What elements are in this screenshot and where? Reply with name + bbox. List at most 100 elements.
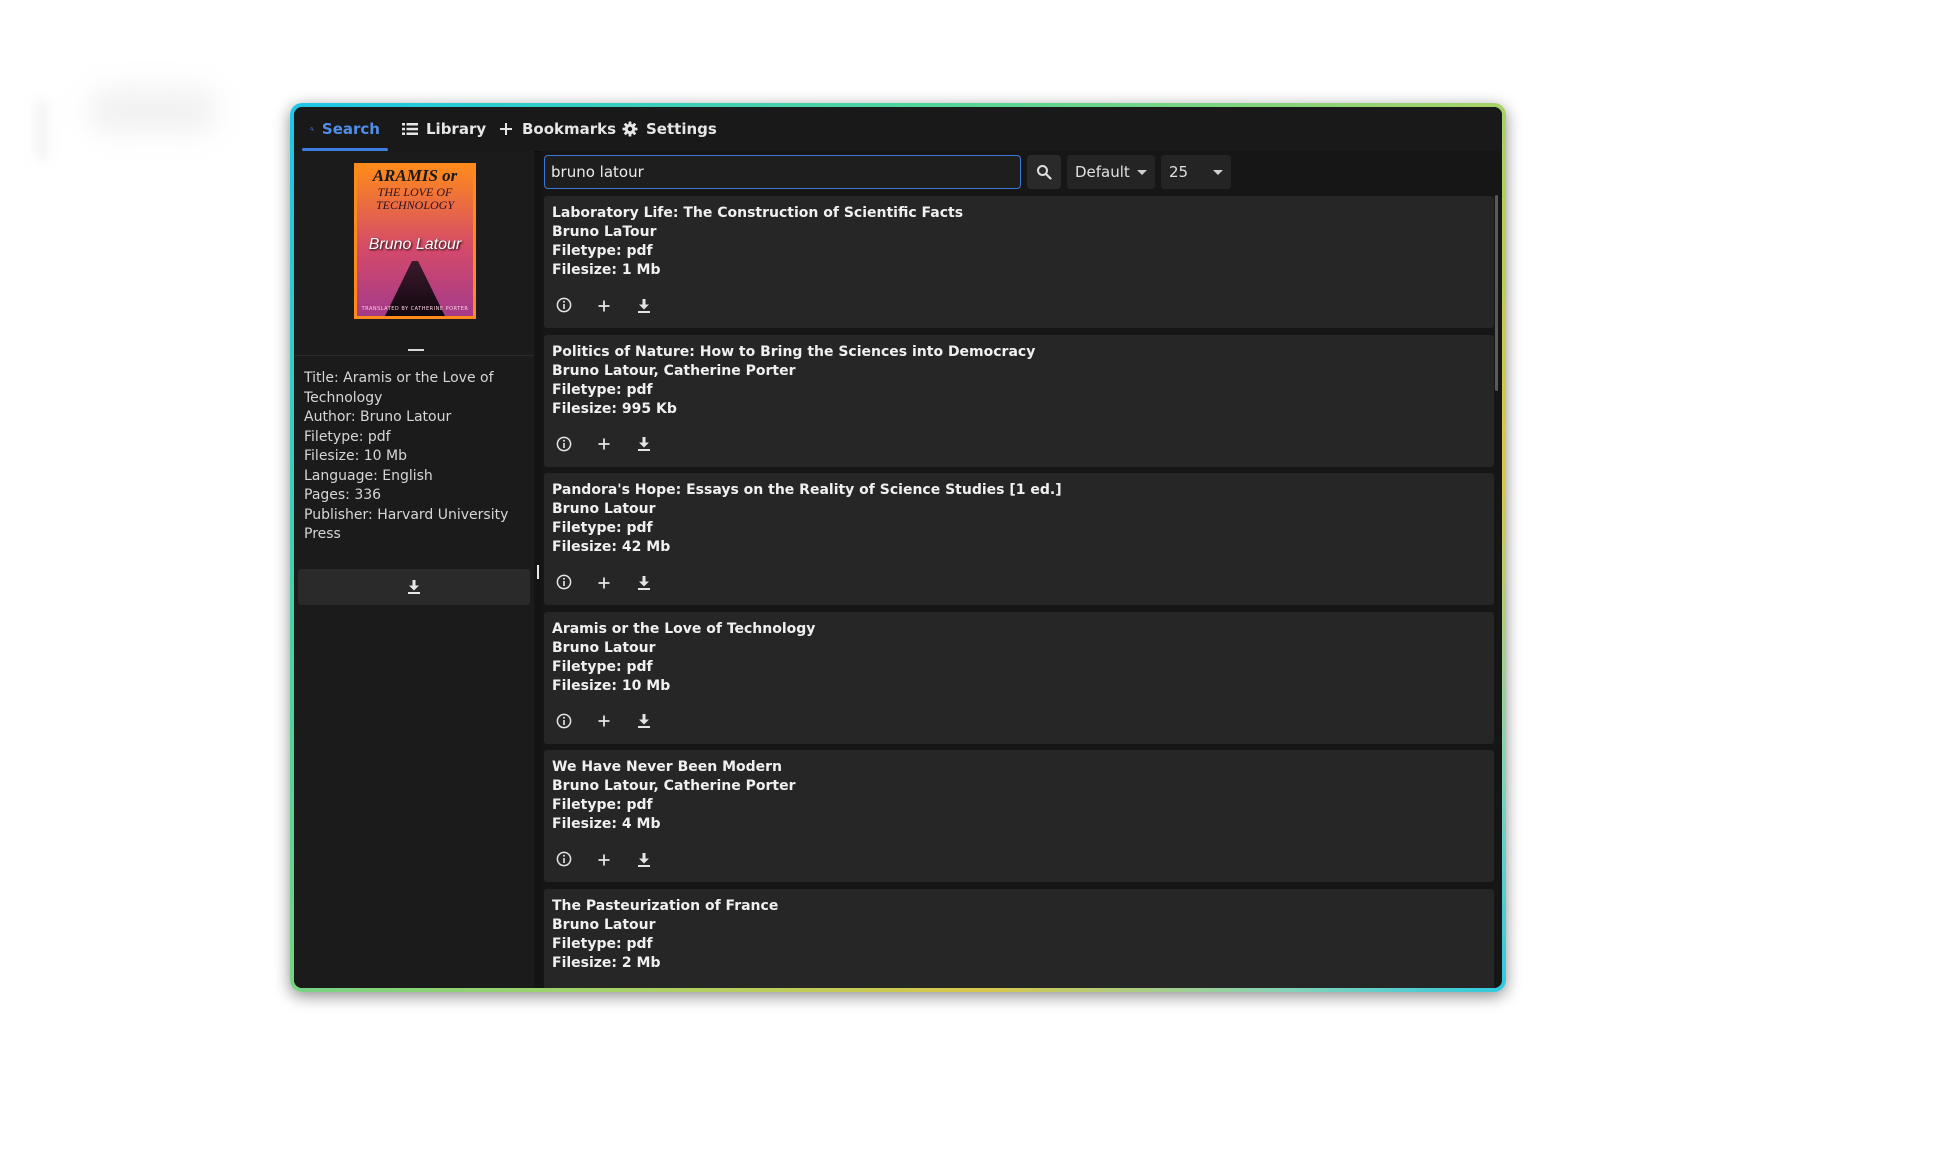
sort-select-value: Default <box>1075 163 1130 181</box>
result-actions <box>548 569 660 599</box>
result-card[interactable]: The Pasteurization of France Bruno Latour… <box>544 888 1494 989</box>
search-input[interactable] <box>544 155 1021 189</box>
tab-label: Library <box>426 120 487 138</box>
result-filetype: Filetype: pdf <box>552 658 653 675</box>
result-author: Bruno Latour <box>552 501 656 517</box>
results-scrollbar[interactable] <box>1495 195 1498 391</box>
panel-splitter[interactable] <box>537 565 539 579</box>
result-filetype: Filetype: pdf <box>552 935 653 952</box>
add-bookmark-button[interactable] <box>588 985 620 989</box>
download-button[interactable] <box>628 846 660 876</box>
info-icon <box>556 713 572 733</box>
result-actions <box>548 708 660 738</box>
result-title: Aramis or the Love of Technology <box>552 620 816 637</box>
search-button[interactable] <box>1027 155 1061 189</box>
result-card[interactable]: Laboratory Life: The Construction of Sci… <box>544 196 1494 328</box>
download-button[interactable] <box>628 431 660 461</box>
plus-icon <box>597 852 611 871</box>
add-bookmark-button[interactable] <box>588 708 620 738</box>
info-icon <box>556 436 572 456</box>
info-icon <box>556 574 572 594</box>
result-title: The Pasteurization of France <box>552 897 779 914</box>
book-cover-image: ARAMIS or THE LOVE OF TECHNOLOGY Bruno L… <box>354 163 476 319</box>
result-filesize: Filesize: 4 Mb <box>552 816 661 832</box>
tab-bookmarks[interactable]: Bookmarks <box>490 107 624 151</box>
add-bookmark-button[interactable] <box>588 431 620 461</box>
search-icon <box>310 127 314 131</box>
detail-author: Author: Bruno Latour <box>304 409 452 425</box>
results-count-value: 25 <box>1169 163 1189 181</box>
list-icon <box>402 123 418 135</box>
result-actions <box>548 846 660 876</box>
background-blur-mark <box>36 100 48 160</box>
cover-author: Bruno Latour <box>368 236 462 253</box>
download-button[interactable] <box>628 985 660 989</box>
app-window-frame: Search Library Bookmarks Settings ARAMIS… <box>290 103 1506 992</box>
info-button[interactable] <box>548 708 580 738</box>
result-actions <box>548 431 660 461</box>
sort-select[interactable]: Default <box>1067 155 1155 189</box>
result-filetype: Filetype: pdf <box>552 520 653 536</box>
book-detail-sidebar: ARAMIS or THE LOVE OF TECHNOLOGY Bruno L… <box>294 151 534 988</box>
tab-library[interactable]: Library <box>394 107 494 151</box>
add-bookmark-button[interactable] <box>588 292 620 322</box>
result-filesize: Filesize: 42 Mb <box>552 539 671 555</box>
result-title: Laboratory Life: The Construction of Sci… <box>552 205 964 221</box>
detail-publisher: Publisher: Harvard University Press <box>304 506 509 543</box>
download-button[interactable] <box>628 708 660 738</box>
result-title: Politics of Nature: How to Bring the Sci… <box>552 343 1036 360</box>
tab-settings[interactable]: Settings <box>614 107 725 151</box>
add-bookmark-button[interactable] <box>588 846 620 876</box>
tab-search[interactable]: Search <box>302 107 388 151</box>
download-icon <box>637 575 651 594</box>
download-icon <box>408 580 420 594</box>
plus-icon <box>500 123 512 135</box>
resize-handle[interactable] <box>408 349 424 351</box>
download-button[interactable] <box>628 569 660 599</box>
result-filetype: Filetype: pdf <box>552 797 653 813</box>
result-author: Bruno Latour <box>552 639 656 656</box>
download-button[interactable] <box>628 292 660 322</box>
results-list: Laboratory Life: The Construction of Sci… <box>542 193 1502 988</box>
app-window: Search Library Bookmarks Settings ARAMIS… <box>294 107 1502 988</box>
info-button[interactable] <box>548 292 580 322</box>
result-filesize: Filesize: 1 Mb <box>552 262 661 278</box>
download-icon <box>637 852 651 871</box>
add-bookmark-button[interactable] <box>588 569 620 599</box>
sidebar-download-button[interactable] <box>298 569 530 605</box>
gear-icon <box>622 121 638 137</box>
info-icon <box>556 297 572 317</box>
download-icon <box>637 713 651 732</box>
detail-title: Title: Aramis or the Love of Technology <box>304 370 494 406</box>
tab-bar: Search Library Bookmarks Settings <box>294 107 1502 152</box>
result-title: We Have Never Been Modern <box>552 759 783 775</box>
tab-label: Search <box>321 120 380 138</box>
download-icon <box>637 436 651 455</box>
cover-title: ARAMIS or <box>372 166 458 185</box>
result-card[interactable]: Politics of Nature: How to Bring the Sci… <box>544 334 1494 467</box>
info-button[interactable] <box>548 846 580 876</box>
results-count-select[interactable]: 25 <box>1161 155 1231 189</box>
tab-label: Bookmarks <box>522 120 617 138</box>
book-details: Title: Aramis or the Love of Technology … <box>304 369 524 545</box>
chevron-down-icon <box>1137 169 1147 175</box>
search-panel: Default 25 Laboratory Life: The Construc… <box>542 151 1502 988</box>
result-title: Pandora's Hope: Essays on the Reality of… <box>552 482 1062 498</box>
result-actions <box>548 292 660 322</box>
result-filesize: Filesize: 2 Mb <box>552 954 661 971</box>
info-button[interactable] <box>548 431 580 461</box>
result-author: Bruno LaTour <box>552 224 657 240</box>
result-filetype: Filetype: pdf <box>552 243 653 259</box>
result-author: Bruno Latour <box>552 916 656 933</box>
search-icon <box>1037 165 1052 180</box>
result-card[interactable]: Pandora's Hope: Essays on the Reality of… <box>544 473 1494 605</box>
info-button[interactable] <box>548 985 580 989</box>
cover-credit: TRANSLATED BY CATHERINE PORTER <box>361 306 469 312</box>
result-filesize: Filesize: 995 Kb <box>552 400 677 417</box>
result-card[interactable]: Aramis or the Love of Technology Bruno La… <box>544 611 1494 744</box>
result-card[interactable]: We Have Never Been Modern Bruno Latour, C… <box>544 750 1494 882</box>
info-button[interactable] <box>548 569 580 599</box>
detail-pages: Pages: 336 <box>304 487 382 503</box>
result-filesize: Filesize: 10 Mb <box>552 677 671 694</box>
result-filetype: Filetype: pdf <box>552 381 653 398</box>
